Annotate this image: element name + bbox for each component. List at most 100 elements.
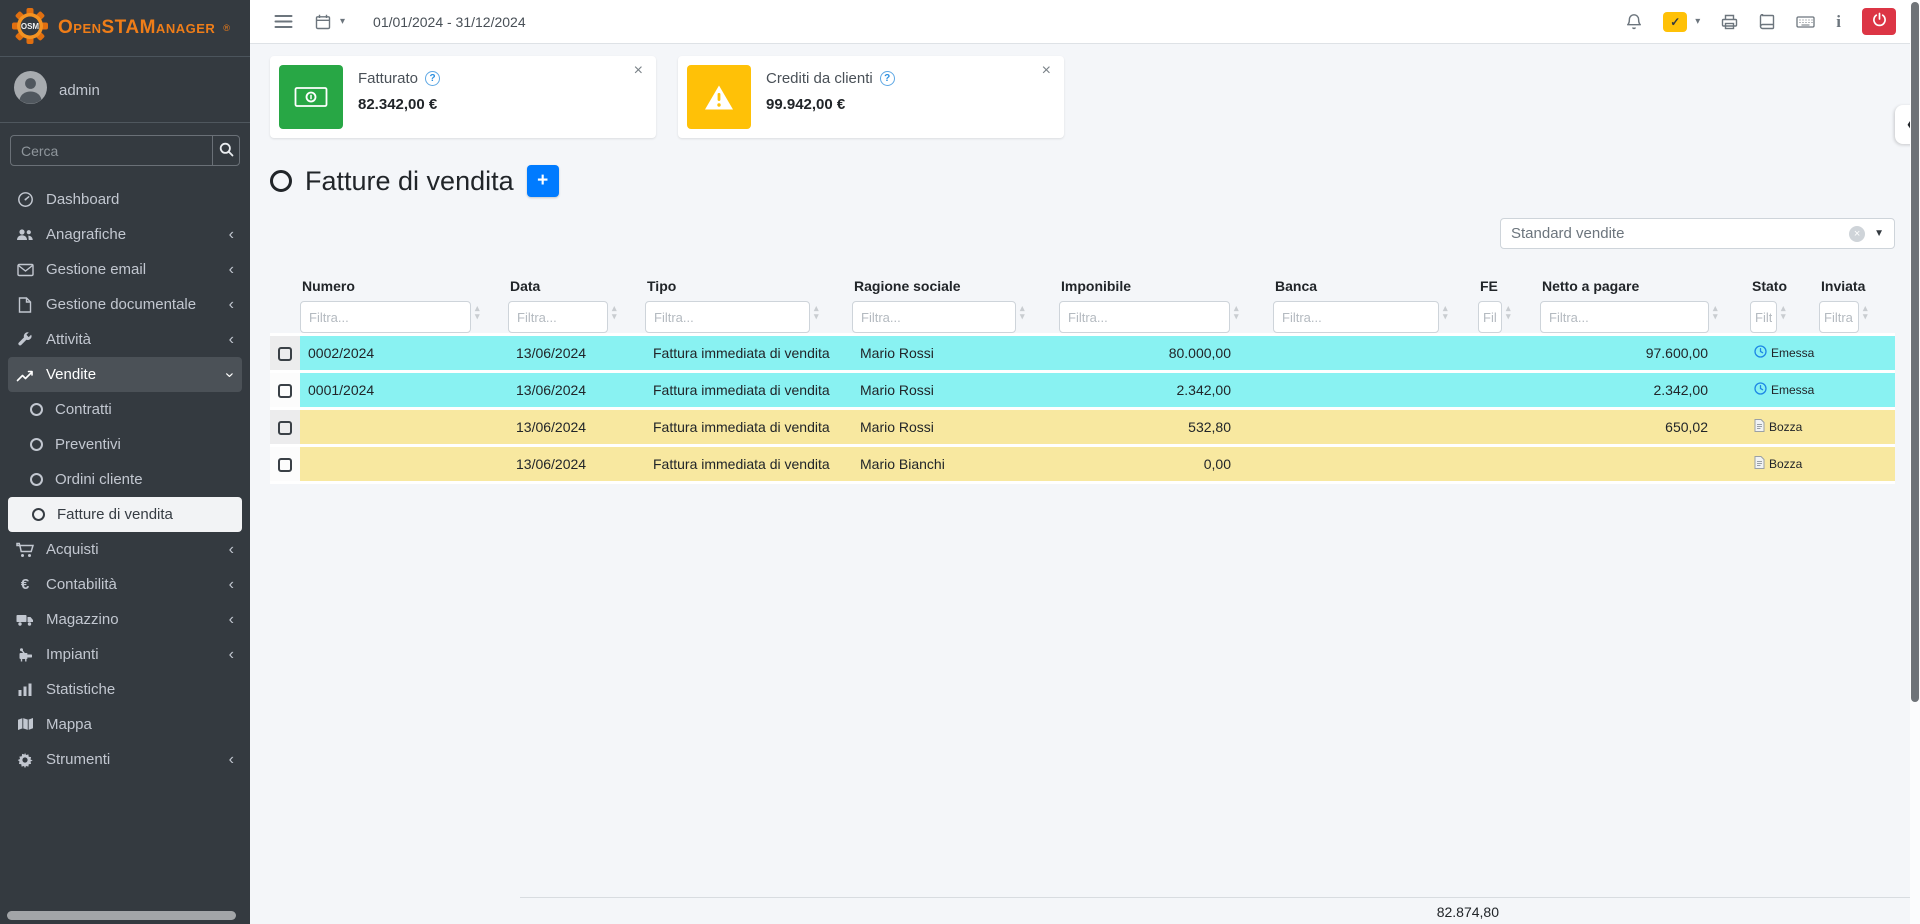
sort-control[interactable]: ▴▾	[1863, 301, 1868, 320]
circle-icon	[30, 438, 43, 451]
sidebar-item-mappa[interactable]: Mappa	[0, 707, 250, 742]
close-icon[interactable]: ×	[1042, 63, 1051, 79]
tasks-check-button[interactable]: ✓	[1663, 12, 1687, 32]
cell-tipo: Fattura immediata di vendita	[645, 335, 852, 372]
sidebar-item-label: Anagrafiche	[46, 226, 126, 243]
cell-imponibile: 532,80	[1059, 409, 1273, 446]
filter-input-banca[interactable]	[1273, 301, 1439, 333]
filter-input-netto-a-pagare[interactable]	[1540, 301, 1709, 333]
sort-control[interactable]: ▴▾	[1713, 301, 1718, 320]
invoice-row[interactable]: 0001/2024 13/06/2024 Fattura immediata d…	[270, 372, 1895, 409]
column-header-inviata[interactable]: Inviata	[1819, 278, 1895, 301]
sort-control[interactable]: ▴▾	[814, 301, 819, 320]
cell-tipo: Fattura immediata di vendita	[645, 446, 852, 483]
hamburger-menu-icon[interactable]	[274, 14, 293, 29]
add-invoice-button[interactable]: +	[527, 165, 559, 197]
calendar-icon[interactable]	[315, 14, 331, 30]
sidebar-item-anagrafiche[interactable]: Anagrafiche ‹	[0, 217, 250, 252]
invoice-row[interactable]: 13/06/2024 Fattura immediata di vendita …	[270, 446, 1895, 483]
sidebar-item-fatture-di-vendita[interactable]: Fatture di vendita	[8, 497, 242, 532]
chevron-left-icon: ‹	[229, 647, 234, 663]
sidebar-item-contratti[interactable]: Contratti	[0, 392, 250, 427]
sort-control[interactable]: ▴▾	[1506, 301, 1511, 320]
sidebar-item-strumenti[interactable]: Strumenti ‹	[0, 742, 250, 777]
chart-line-icon	[14, 368, 36, 382]
sidebar-item-magazzino[interactable]: Magazzino ‹	[0, 602, 250, 637]
column-header-banca[interactable]: Banca	[1273, 278, 1478, 301]
column-header-numero[interactable]: Numero	[300, 278, 508, 301]
sidebar-item-label: Contratti	[55, 401, 112, 418]
invoice-row[interactable]: 13/06/2024 Fattura immediata di vendita …	[270, 409, 1895, 446]
column-header-tipo[interactable]: Tipo	[645, 278, 852, 301]
book-icon[interactable]	[1759, 14, 1775, 30]
cell-fe	[1478, 372, 1540, 409]
sort-control[interactable]: ▴▾	[1443, 301, 1448, 320]
sort-control[interactable]: ▴▾	[1020, 301, 1025, 320]
caret-down-icon[interactable]: ▾	[340, 16, 345, 27]
sidebar-item-acquisti[interactable]: Acquisti ‹	[0, 532, 250, 567]
bell-icon[interactable]	[1626, 13, 1642, 30]
column-header-stato[interactable]: Stato	[1750, 278, 1819, 301]
help-icon[interactable]: ?	[880, 71, 895, 86]
logout-power-button[interactable]	[1862, 8, 1896, 35]
module-circle-icon	[270, 170, 292, 192]
sidebar-item-statistiche[interactable]: Statistiche	[0, 672, 250, 707]
sidebar-item-vendite[interactable]: Vendite ‹	[8, 357, 242, 392]
bar-chart-icon	[14, 682, 36, 697]
column-header-ragione-sociale[interactable]: Ragione sociale	[852, 278, 1059, 301]
imponibile-total: 82.874,80	[1309, 904, 1523, 920]
help-icon[interactable]: ?	[425, 71, 440, 86]
osm-logo-gear-icon: OSM	[10, 6, 50, 51]
filter-input-imponibile[interactable]	[1059, 301, 1230, 333]
row-checkbox[interactable]	[278, 347, 292, 361]
info-icon[interactable]: i	[1836, 12, 1841, 32]
caret-down-icon[interactable]: ▾	[1695, 16, 1700, 27]
invoice-row[interactable]: 0002/2024 13/06/2024 Fattura immediata d…	[270, 335, 1895, 372]
column-header-fe[interactable]: FE	[1478, 278, 1540, 301]
filter-input-inviata[interactable]	[1819, 301, 1859, 333]
date-range[interactable]: 01/01/2024 - 31/12/2024	[373, 14, 526, 30]
cell-stato: Emessa	[1750, 335, 1819, 372]
column-header-imponibile[interactable]: Imponibile	[1059, 278, 1273, 301]
sort-control[interactable]: ▴▾	[1234, 301, 1239, 320]
sidebar-item-attivita[interactable]: Attività ‹	[0, 322, 250, 357]
filter-input-numero[interactable]	[300, 301, 471, 333]
search-input[interactable]	[11, 136, 212, 165]
user-panel[interactable]: admin	[0, 57, 250, 123]
card-value: 82.342,00 €	[358, 96, 440, 113]
sidebar-item-ordini-cliente[interactable]: Ordini cliente	[0, 462, 250, 497]
sidebar-item-impianti[interactable]: Impianti ‹	[0, 637, 250, 672]
brand[interactable]: OSM OpenSTAManager®	[0, 0, 250, 57]
sidebar-item-dashboard[interactable]: Dashboard	[0, 182, 250, 217]
column-header-data[interactable]: Data	[508, 278, 645, 301]
sidebar-horizontal-scrollbar[interactable]	[7, 911, 236, 920]
filter-input-stato[interactable]	[1750, 301, 1777, 333]
filter-input-data[interactable]	[508, 301, 608, 333]
sidebar-item-gestione-email[interactable]: Gestione email ‹	[0, 252, 250, 287]
sidebar-item-contabilita[interactable]: € Contabilità ‹	[0, 567, 250, 602]
cell-data: 13/06/2024	[508, 335, 645, 372]
table-header-row: Numero ▴▾ Data ▴▾ Tipo ▴▾ Ragione social…	[270, 278, 1895, 335]
printer-icon[interactable]	[1721, 14, 1738, 30]
segment-select[interactable]: Standard vendite × ▼	[1500, 218, 1895, 249]
filter-input-ragione-sociale[interactable]	[852, 301, 1016, 333]
scrollbar-thumb[interactable]	[1911, 2, 1919, 702]
close-icon[interactable]: ×	[634, 63, 643, 79]
cell-stato: Bozza	[1750, 446, 1819, 483]
sidebar-item-gestione-documentale[interactable]: Gestione documentale ‹	[0, 287, 250, 322]
sort-control[interactable]: ▴▾	[475, 301, 480, 320]
row-checkbox[interactable]	[278, 458, 292, 472]
filter-input-tipo[interactable]	[645, 301, 810, 333]
sidebar-item-preventivi[interactable]: Preventivi	[0, 427, 250, 462]
row-checkbox[interactable]	[278, 421, 292, 435]
column-header-netto-a-pagare[interactable]: Netto a pagare	[1540, 278, 1750, 301]
keyboard-icon[interactable]	[1796, 15, 1815, 29]
search-button[interactable]	[212, 136, 239, 165]
filter-input-fe[interactable]	[1478, 301, 1502, 333]
clear-selection-icon[interactable]: ×	[1849, 226, 1865, 242]
sort-control[interactable]: ▴▾	[612, 301, 617, 320]
page-title: Fatture di vendita	[305, 166, 514, 197]
sort-control[interactable]: ▴▾	[1781, 301, 1786, 320]
sidebar-item-label: Statistiche	[46, 681, 115, 698]
row-checkbox[interactable]	[278, 384, 292, 398]
